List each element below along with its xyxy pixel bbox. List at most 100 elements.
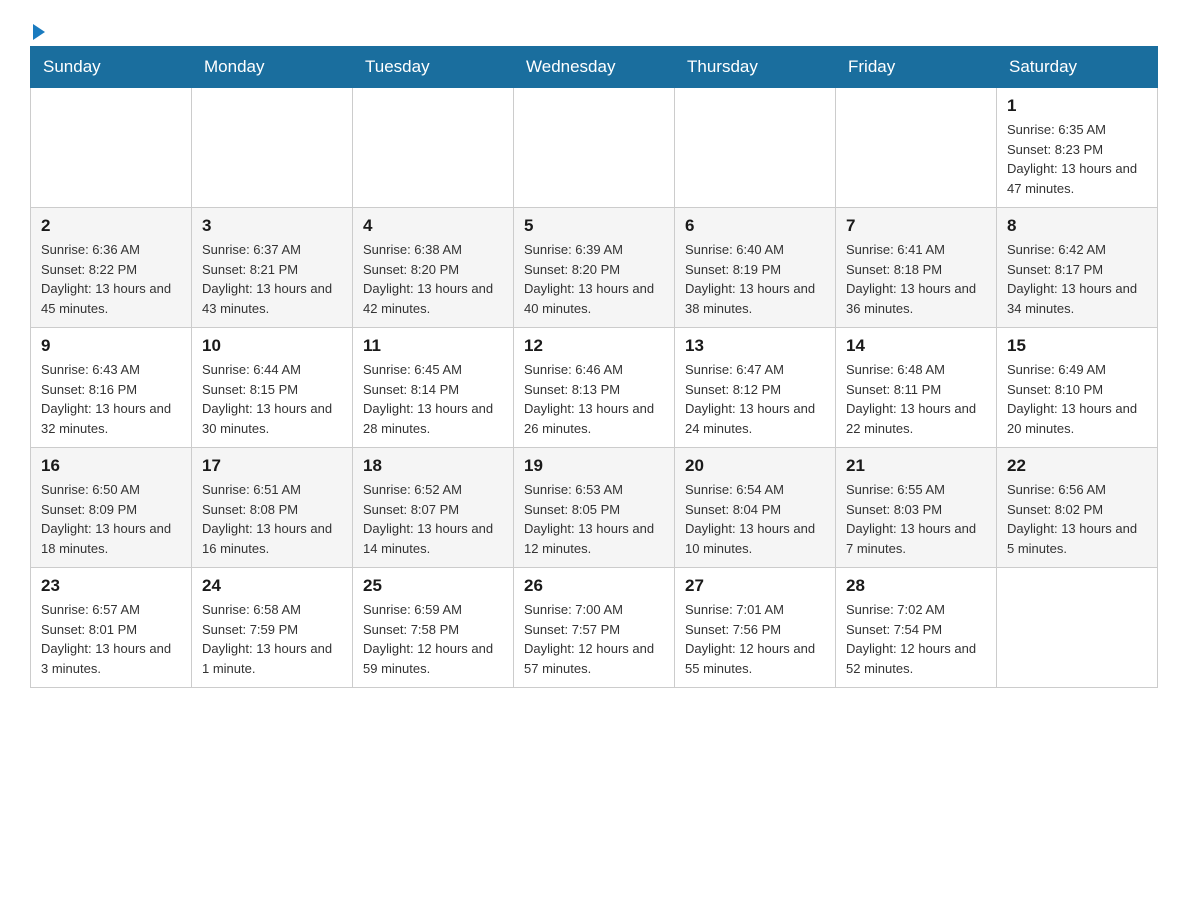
day-info: Sunrise: 6:53 AM Sunset: 8:05 PM Dayligh… [524,480,664,558]
table-row: 1 Sunrise: 6:35 AM Sunset: 8:23 PM Daylig… [997,88,1158,208]
day-number: 14 [846,336,986,356]
day-number: 7 [846,216,986,236]
day-info: Sunrise: 6:49 AM Sunset: 8:10 PM Dayligh… [1007,360,1147,438]
table-row [675,88,836,208]
day-number: 8 [1007,216,1147,236]
table-row: 25 Sunrise: 6:59 AM Sunset: 7:58 PM Dayli… [353,568,514,688]
col-tuesday: Tuesday [353,47,514,88]
day-info: Sunrise: 6:55 AM Sunset: 8:03 PM Dayligh… [846,480,986,558]
day-number: 18 [363,456,503,476]
table-row: 6 Sunrise: 6:40 AM Sunset: 8:19 PM Daylig… [675,208,836,328]
day-info: Sunrise: 6:52 AM Sunset: 8:07 PM Dayligh… [363,480,503,558]
day-number: 11 [363,336,503,356]
table-row: 19 Sunrise: 6:53 AM Sunset: 8:05 PM Dayli… [514,448,675,568]
table-row [997,568,1158,688]
day-info: Sunrise: 6:59 AM Sunset: 7:58 PM Dayligh… [363,600,503,678]
day-info: Sunrise: 6:39 AM Sunset: 8:20 PM Dayligh… [524,240,664,318]
table-row: 22 Sunrise: 6:56 AM Sunset: 8:02 PM Dayli… [997,448,1158,568]
table-row: 11Sunrise: 6:45 AM Sunset: 8:14 PM Dayli… [353,328,514,448]
table-row: 13 Sunrise: 6:47 AM Sunset: 8:12 PM Dayli… [675,328,836,448]
table-row: 21 Sunrise: 6:55 AM Sunset: 8:03 PM Dayli… [836,448,997,568]
day-info: Sunrise: 6:54 AM Sunset: 8:04 PM Dayligh… [685,480,825,558]
col-thursday: Thursday [675,47,836,88]
table-row [353,88,514,208]
day-info: Sunrise: 6:57 AM Sunset: 8:01 PM Dayligh… [41,600,181,678]
day-number: 12 [524,336,664,356]
col-monday: Monday [192,47,353,88]
table-row: 23 Sunrise: 6:57 AM Sunset: 8:01 PM Dayli… [31,568,192,688]
day-number: 1 [1007,96,1147,116]
day-info: Sunrise: 6:44 AM Sunset: 8:15 PM Dayligh… [202,360,342,438]
table-row: 20 Sunrise: 6:54 AM Sunset: 8:04 PM Dayli… [675,448,836,568]
day-number: 17 [202,456,342,476]
table-row [836,88,997,208]
day-number: 10 [202,336,342,356]
table-row [514,88,675,208]
day-info: Sunrise: 7:00 AM Sunset: 7:57 PM Dayligh… [524,600,664,678]
day-number: 5 [524,216,664,236]
col-friday: Friday [836,47,997,88]
day-info: Sunrise: 7:01 AM Sunset: 7:56 PM Dayligh… [685,600,825,678]
day-number: 9 [41,336,181,356]
day-info: Sunrise: 6:51 AM Sunset: 8:08 PM Dayligh… [202,480,342,558]
day-number: 3 [202,216,342,236]
table-row: 10 Sunrise: 6:44 AM Sunset: 8:15 PM Dayli… [192,328,353,448]
day-number: 13 [685,336,825,356]
logo-arrow-icon [33,24,45,40]
page-header [30,20,1158,36]
table-row: 15 Sunrise: 6:49 AM Sunset: 8:10 PM Dayli… [997,328,1158,448]
day-info: Sunrise: 7:02 AM Sunset: 7:54 PM Dayligh… [846,600,986,678]
day-number: 20 [685,456,825,476]
day-info: Sunrise: 6:50 AM Sunset: 8:09 PM Dayligh… [41,480,181,558]
calendar-table: Sunday Monday Tuesday Wednesday Thursday… [30,46,1158,688]
table-row: 16 Sunrise: 6:50 AM Sunset: 8:09 PM Dayli… [31,448,192,568]
table-row: 9 Sunrise: 6:43 AM Sunset: 8:16 PM Daylig… [31,328,192,448]
table-row: 5 Sunrise: 6:39 AM Sunset: 8:20 PM Daylig… [514,208,675,328]
day-number: 16 [41,456,181,476]
table-row: 17 Sunrise: 6:51 AM Sunset: 8:08 PM Dayli… [192,448,353,568]
day-number: 19 [524,456,664,476]
day-number: 4 [363,216,503,236]
table-row: 18 Sunrise: 6:52 AM Sunset: 8:07 PM Dayli… [353,448,514,568]
calendar-week-row: 2Sunrise: 6:36 AM Sunset: 8:22 PM Daylig… [31,208,1158,328]
day-info: Sunrise: 6:48 AM Sunset: 8:11 PM Dayligh… [846,360,986,438]
table-row: 26 Sunrise: 7:00 AM Sunset: 7:57 PM Dayli… [514,568,675,688]
day-info: Sunrise: 6:47 AM Sunset: 8:12 PM Dayligh… [685,360,825,438]
day-number: 25 [363,576,503,596]
table-row: 24 Sunrise: 6:58 AM Sunset: 7:59 PM Dayli… [192,568,353,688]
day-number: 2 [41,216,181,236]
day-info: Sunrise: 6:41 AM Sunset: 8:18 PM Dayligh… [846,240,986,318]
table-row: 12 Sunrise: 6:46 AM Sunset: 8:13 PM Dayli… [514,328,675,448]
table-row: 14 Sunrise: 6:48 AM Sunset: 8:11 PM Dayli… [836,328,997,448]
calendar-week-row: 16 Sunrise: 6:50 AM Sunset: 8:09 PM Dayli… [31,448,1158,568]
day-info: Sunrise: 6:35 AM Sunset: 8:23 PM Dayligh… [1007,120,1147,198]
day-info: Sunrise: 6:43 AM Sunset: 8:16 PM Dayligh… [41,360,181,438]
table-row: 3 Sunrise: 6:37 AM Sunset: 8:21 PM Daylig… [192,208,353,328]
day-info: Sunrise: 6:46 AM Sunset: 8:13 PM Dayligh… [524,360,664,438]
table-row: 27 Sunrise: 7:01 AM Sunset: 7:56 PM Dayli… [675,568,836,688]
calendar-week-row: 23 Sunrise: 6:57 AM Sunset: 8:01 PM Dayli… [31,568,1158,688]
day-number: 22 [1007,456,1147,476]
col-saturday: Saturday [997,47,1158,88]
day-number: 23 [41,576,181,596]
col-sunday: Sunday [31,47,192,88]
table-row: 7 Sunrise: 6:41 AM Sunset: 8:18 PM Daylig… [836,208,997,328]
calendar-header-row: Sunday Monday Tuesday Wednesday Thursday… [31,47,1158,88]
table-row: 4 Sunrise: 6:38 AM Sunset: 8:20 PM Daylig… [353,208,514,328]
day-number: 21 [846,456,986,476]
day-info: Sunrise: 6:38 AM Sunset: 8:20 PM Dayligh… [363,240,503,318]
day-number: 26 [524,576,664,596]
calendar-week-row: 1 Sunrise: 6:35 AM Sunset: 8:23 PM Daylig… [31,88,1158,208]
day-number: 6 [685,216,825,236]
day-info: Sunrise: 6:40 AM Sunset: 8:19 PM Dayligh… [685,240,825,318]
table-row [192,88,353,208]
day-info: Sunrise: 6:58 AM Sunset: 7:59 PM Dayligh… [202,600,342,678]
day-number: 15 [1007,336,1147,356]
day-number: 27 [685,576,825,596]
day-number: 24 [202,576,342,596]
table-row: 2Sunrise: 6:36 AM Sunset: 8:22 PM Daylig… [31,208,192,328]
day-info: Sunrise: 6:56 AM Sunset: 8:02 PM Dayligh… [1007,480,1147,558]
day-info: Sunrise: 6:37 AM Sunset: 8:21 PM Dayligh… [202,240,342,318]
col-wednesday: Wednesday [514,47,675,88]
day-info: Sunrise: 6:42 AM Sunset: 8:17 PM Dayligh… [1007,240,1147,318]
